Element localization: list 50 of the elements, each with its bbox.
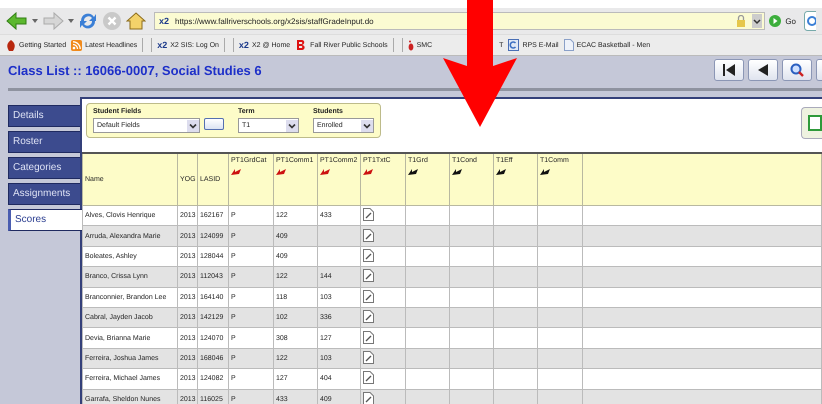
mail-icon (508, 39, 520, 51)
footprint-icon (408, 40, 414, 50)
comment-edit-icon[interactable] (363, 249, 374, 262)
comment-edit-icon[interactable] (363, 392, 374, 404)
comment-edit-icon[interactable] (363, 208, 374, 222)
refresh-icon[interactable] (78, 11, 98, 31)
comment-edit-icon[interactable] (363, 290, 374, 303)
previous-icon (757, 64, 769, 76)
sidebar-tab[interactable]: Roster (8, 131, 80, 153)
sort-icon[interactable] (408, 168, 418, 176)
dropdown-icon (286, 120, 298, 132)
skip-to-start-icon (722, 64, 736, 76)
sidebar-tab[interactable]: Assignments (8, 183, 80, 205)
letter-b-logo-icon (295, 39, 308, 51)
sort-icon[interactable] (496, 168, 506, 176)
dropdown-icon (361, 120, 373, 132)
go-icon[interactable] (769, 15, 782, 27)
search-icon (790, 63, 804, 77)
site-label: x2 (159, 16, 170, 26)
lock-icon (736, 15, 746, 27)
field-picker-button[interactable] (204, 118, 224, 130)
go-button[interactable]: Go (785, 16, 796, 26)
rss-icon (71, 40, 82, 50)
sort-icon[interactable] (540, 168, 550, 176)
back-icon[interactable] (6, 12, 28, 30)
home-icon[interactable] (126, 11, 146, 31)
sidebar-tab[interactable]: Categories (8, 157, 80, 179)
comment-edit-icon[interactable] (363, 371, 374, 384)
comment-edit-icon[interactable] (363, 310, 374, 324)
page-title: Class List :: 16066-0007, Social Studies 6 (8, 62, 262, 78)
export-button[interactable] (801, 107, 822, 139)
dropdown-icon[interactable] (752, 14, 762, 28)
toolbar-button[interactable] (816, 59, 822, 81)
address-bar[interactable]: x2 https://www.fallriverschools.org/x2sis/staffGradeInput.do (154, 12, 766, 30)
search-button[interactable] (782, 59, 812, 81)
comment-edit-icon[interactable] (363, 330, 374, 344)
sort-icon[interactable] (452, 168, 462, 176)
search-engine-icon[interactable] (804, 11, 816, 31)
comment-edit-icon[interactable] (363, 228, 374, 242)
comment-edit-icon[interactable] (363, 269, 374, 282)
first-record-button[interactable] (714, 59, 744, 81)
flame-icon (6, 40, 16, 50)
page-icon (564, 39, 574, 51)
dropdown-icon (187, 120, 199, 132)
url-text: https://www.fallriverschools.org/x2sis/staffGradeInput.do (175, 16, 374, 26)
previous-record-button[interactable] (748, 59, 778, 81)
sidebar-tab[interactable]: Scores (8, 209, 82, 231)
document-icon (808, 115, 822, 131)
comment-edit-icon[interactable] (363, 351, 374, 364)
sidebar-tab[interactable]: Details (8, 105, 80, 127)
